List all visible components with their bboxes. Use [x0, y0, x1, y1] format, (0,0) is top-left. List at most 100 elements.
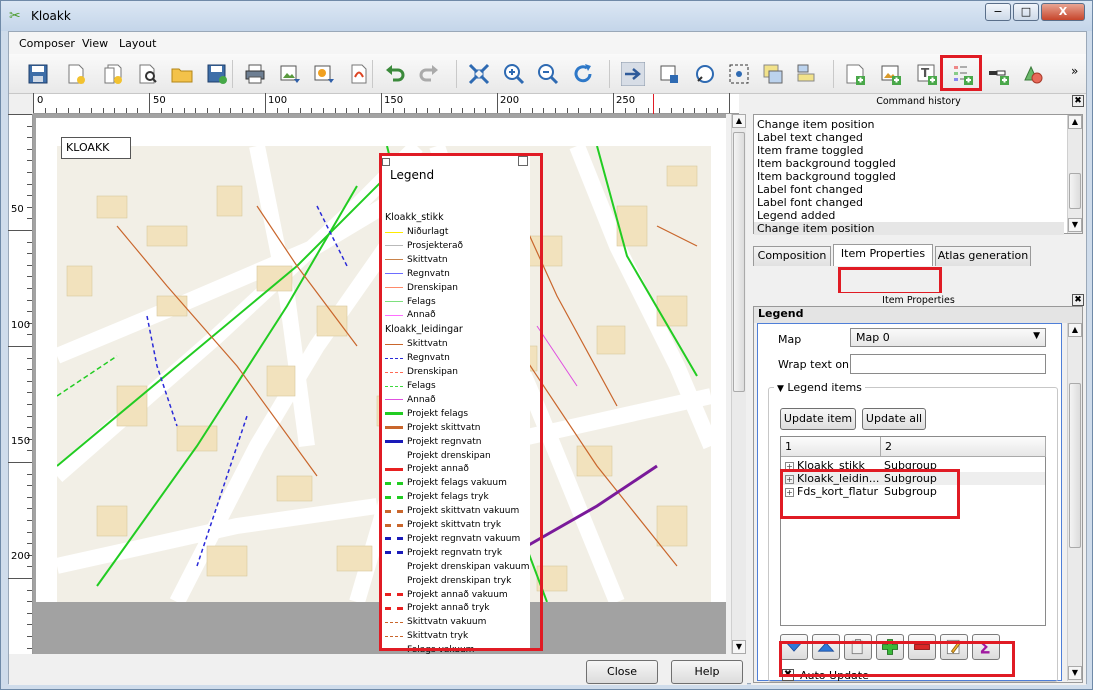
menu-layout[interactable]: Layout — [119, 37, 156, 50]
close-window-button[interactable]: X — [1041, 3, 1085, 21]
select-group-icon[interactable] — [725, 60, 753, 88]
undo-icon[interactable] — [381, 60, 409, 88]
history-scroll-thumb[interactable] — [1069, 173, 1081, 209]
legend-corner-handle[interactable] — [382, 158, 390, 166]
menu-composer[interactable]: Composer — [19, 37, 75, 50]
expand-plus-icon[interactable]: + — [785, 461, 794, 471]
maximize-button[interactable]: □ — [1013, 3, 1039, 21]
history-item[interactable]: Change item position — [757, 118, 875, 131]
tree-header-1[interactable]: 1 — [781, 437, 881, 457]
add-scalebar-icon[interactable] — [985, 60, 1013, 88]
save-icon[interactable] — [24, 60, 52, 88]
legend-items-header[interactable]: ▼ Legend items — [774, 381, 865, 394]
edit-item-icon[interactable] — [940, 634, 968, 660]
update-item-button[interactable]: Update item — [780, 408, 856, 430]
legend-symbol — [385, 649, 403, 651]
add-map-icon[interactable] — [841, 60, 869, 88]
raise-items-icon[interactable] — [759, 60, 787, 88]
composer-manager-icon[interactable] — [133, 60, 161, 88]
duplicate-composer-icon[interactable] — [99, 60, 127, 88]
history-item[interactable]: Label font changed — [757, 183, 863, 196]
canvas-vertical-scrollbar[interactable]: ▲ ▼ — [731, 114, 746, 654]
close-button[interactable]: Close — [586, 660, 658, 684]
move-up-icon[interactable] — [812, 634, 840, 660]
tab-item-properties[interactable]: Item Properties — [833, 244, 933, 266]
add-legend-icon[interactable] — [949, 60, 977, 88]
add-label-icon[interactable]: T — [913, 60, 941, 88]
move-content-icon[interactable] — [655, 60, 683, 88]
tab-composition[interactable]: Composition — [753, 246, 831, 266]
pan-icon[interactable] — [619, 60, 647, 88]
props-scroll-up-icon[interactable]: ▲ — [1068, 323, 1082, 337]
history-item[interactable]: Label text changed — [757, 131, 863, 144]
history-scroll-up-icon[interactable]: ▲ — [1068, 115, 1082, 129]
menu-view[interactable]: View — [82, 37, 108, 50]
add-item-icon[interactable] — [876, 634, 904, 660]
add-image-icon[interactable] — [877, 60, 905, 88]
command-history-list[interactable]: ▲ ▼ Change item position Label text chang… — [753, 114, 1083, 235]
zoom-in-icon[interactable] — [500, 60, 528, 88]
count-icon[interactable]: Σ — [972, 634, 1000, 660]
history-scroll-down-icon[interactable]: ▼ — [1068, 218, 1082, 232]
save-template-icon[interactable] — [203, 60, 231, 88]
tree-row[interactable]: + Fds_kort_flatur Subgroup — [781, 485, 1045, 498]
zoom-full-icon[interactable] — [465, 60, 493, 88]
toolbar-overflow-button[interactable]: » — [1071, 64, 1078, 78]
tab-atlas-generation[interactable]: Atlas generation — [935, 246, 1031, 266]
align-items-icon[interactable] — [793, 60, 821, 88]
print-icon[interactable] — [241, 60, 269, 88]
legend-resize-handle[interactable] — [518, 156, 528, 166]
map-combo[interactable]: Map 0 ▼ — [850, 328, 1046, 347]
scroll-thumb[interactable] — [733, 132, 745, 392]
add-shape-icon[interactable] — [1019, 60, 1047, 88]
new-composer-icon[interactable] — [62, 60, 90, 88]
history-scrollbar[interactable]: ▲ ▼ — [1067, 115, 1082, 233]
remove-item-icon[interactable] — [908, 634, 936, 660]
legend-entry: Regnvatn — [385, 267, 450, 281]
properties-scrollbar[interactable]: ▲ ▼ — [1067, 323, 1082, 681]
tree-row[interactable]: + Kloakk_stikk Subgroup — [781, 459, 1045, 472]
ruler-label: 50 — [11, 204, 24, 215]
help-button[interactable]: Help — [671, 660, 743, 684]
update-all-button[interactable]: Update all — [862, 408, 926, 430]
legend-item[interactable]: Legend Kloakk_stikk Niðurlagt Prosjekterað… — [380, 154, 530, 655]
close-item-properties-icon[interactable]: ✖ — [1072, 294, 1084, 306]
auto-update-checkbox[interactable]: ✖ — [782, 669, 794, 681]
ruler-label: 150 — [11, 436, 31, 447]
redo-icon[interactable] — [415, 60, 443, 88]
legend-entry: Drenskipan — [385, 365, 458, 379]
move-down-icon[interactable] — [780, 634, 808, 660]
close-history-icon[interactable]: ✖ — [1072, 95, 1084, 107]
expand-plus-icon[interactable]: + — [785, 487, 794, 497]
legend-items-tree[interactable]: 1 2 + Kloakk_stikk Subgroup + Kloakk_leidin.… — [780, 436, 1046, 626]
open-folder-icon[interactable] — [168, 60, 196, 88]
zoom-out-icon[interactable] — [534, 60, 562, 88]
chevron-down-icon: ▼ — [1033, 331, 1040, 341]
props-scroll-down-icon[interactable]: ▼ — [1068, 666, 1082, 680]
history-item[interactable]: Item background toggled — [757, 157, 896, 170]
expand-plus-icon[interactable]: + — [785, 474, 794, 484]
props-scroll-thumb[interactable] — [1069, 383, 1081, 548]
wrap-text-input[interactable] — [850, 354, 1046, 374]
history-item[interactable]: Change item position — [754, 222, 1064, 235]
map-title-label[interactable]: KLOAKK — [61, 137, 131, 159]
select-icon[interactable] — [691, 60, 719, 88]
minimize-button[interactable]: − — [985, 3, 1011, 21]
history-item[interactable]: Item frame toggled — [757, 144, 863, 157]
legend-items-label: Legend items — [787, 381, 862, 394]
history-item[interactable]: Legend added — [757, 209, 835, 222]
tree-header-2[interactable]: 2 — [881, 437, 1046, 457]
ruler-tick — [531, 108, 533, 113]
add-group-icon[interactable] — [844, 634, 872, 660]
refresh-icon[interactable] — [569, 60, 597, 88]
export-image-icon[interactable] — [276, 60, 304, 88]
export-pdf-icon[interactable] — [345, 60, 373, 88]
scroll-up-icon[interactable]: ▲ — [732, 114, 746, 128]
composer-paper[interactable]: KLOAKK Legend Kloakk_stikk Niðurlagt Prosj… — [36, 118, 726, 655]
history-item[interactable]: Item background toggled — [757, 170, 896, 183]
ruler-tick — [392, 108, 394, 113]
scroll-down-icon[interactable]: ▼ — [732, 640, 746, 654]
history-item[interactable]: Label font changed — [757, 196, 863, 209]
export-svg-icon[interactable] — [310, 60, 338, 88]
tree-row[interactable]: + Kloakk_leidin... Subgroup — [781, 472, 1045, 485]
